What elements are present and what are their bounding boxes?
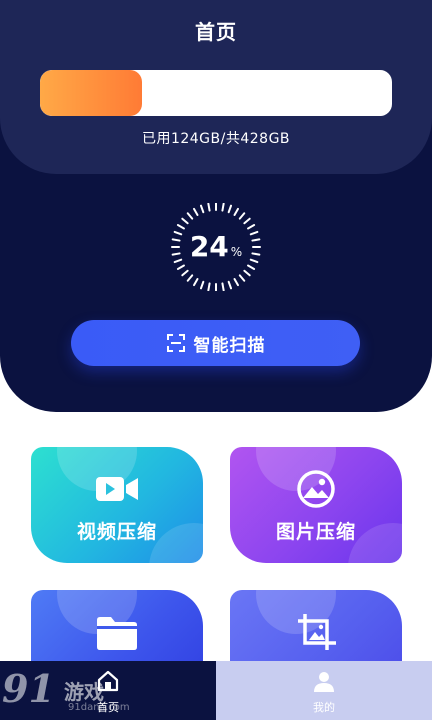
ring-tick: [193, 278, 199, 287]
hero-panel: 首页 已用124GB/共428GB 24% 智能扫描: [0, 0, 432, 412]
watermark-url: 91danji.com: [68, 702, 130, 713]
watermark-logo: 91: [2, 666, 55, 711]
ring-tick: [221, 203, 225, 212]
ring-tick: [176, 224, 185, 230]
scan-percent-symbol: %: [230, 245, 243, 259]
ring-tick: [186, 274, 194, 282]
video-compress-label: 视频压缩: [76, 521, 157, 543]
ring-tick: [207, 282, 211, 291]
ring-tick: [207, 203, 211, 212]
ring-tick: [186, 212, 194, 220]
user-icon: [314, 672, 334, 692]
scan-percent-value: 24: [189, 230, 229, 263]
ring-tick: [243, 269, 251, 277]
ring-tick: [199, 280, 205, 290]
ring-tick: [227, 280, 233, 290]
app-screen: 首页 已用124GB/共428GB 24% 智能扫描 视频压缩 图片压缩 首页 …: [0, 0, 432, 720]
watermark-text: 游戏: [64, 680, 104, 704]
video-icon: [96, 477, 138, 501]
ring-tick: [238, 274, 246, 282]
storage-usage-text: 已用124GB/共428GB: [141, 131, 291, 147]
ring-tick: [233, 278, 239, 287]
storage-header: 首页 已用124GB/共428GB: [0, 0, 432, 174]
scan-frame-icon: [166, 334, 185, 352]
ring-tick: [238, 212, 246, 220]
ring-tick: [176, 264, 185, 270]
nav-tab-mine[interactable]: 我的: [216, 661, 432, 720]
image-compress-card[interactable]: 图片压缩: [230, 447, 402, 563]
ring-tick: [221, 282, 225, 291]
ring-tick: [181, 269, 189, 277]
ring-tick: [233, 207, 239, 216]
ring-tick: [193, 207, 199, 216]
scan-percent: 24%: [170, 230, 262, 263]
smart-scan-label: 智能扫描: [193, 335, 266, 356]
ring-tick: [247, 264, 256, 270]
ring-tick: [243, 217, 251, 225]
storage-progress-bar: [40, 70, 392, 116]
storage-progress-fill: [40, 70, 143, 116]
crop-icon: [298, 614, 336, 650]
page-title: 首页: [195, 20, 237, 44]
ring-tick: [199, 204, 205, 214]
image-icon: [297, 470, 335, 508]
video-compress-card[interactable]: 视频压缩: [31, 447, 203, 563]
watermark: 91 游戏 91danji.com: [2, 666, 152, 720]
ring-tick: [227, 204, 233, 214]
ring-tick: [247, 224, 256, 230]
nav-mine-label: 我的: [313, 701, 335, 714]
image-compress-label: 图片压缩: [275, 521, 356, 543]
folder-icon: [97, 617, 137, 650]
smart-scan-button[interactable]: 智能扫描: [71, 320, 360, 366]
ring-tick: [181, 217, 189, 225]
